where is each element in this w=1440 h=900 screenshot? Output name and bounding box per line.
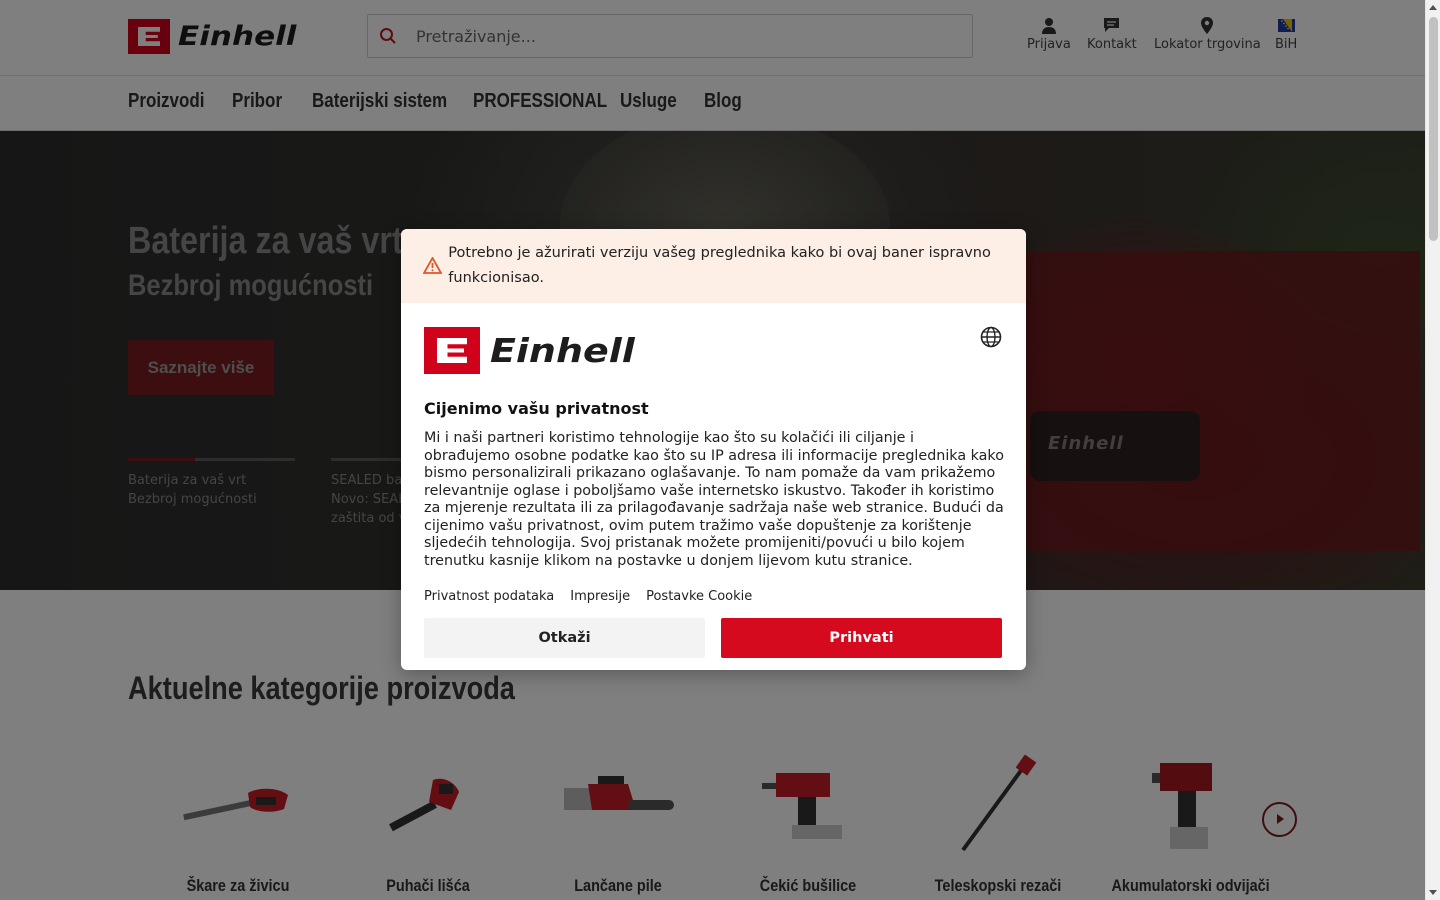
cookie-settings-link[interactable]: Postavke Cookie: [646, 589, 752, 604]
einhell-logo: Einhell: [424, 327, 635, 374]
einhell-logo-mark: [424, 327, 480, 374]
privacy-link[interactable]: Privatnost podataka: [424, 589, 554, 604]
page-scrollbar[interactable]: [1425, 0, 1440, 900]
einhell-logo-wordmark: Einhell: [490, 331, 635, 370]
accept-button[interactable]: Prihvati: [721, 618, 1002, 658]
scroll-down-arrow-icon[interactable]: [1429, 890, 1437, 895]
consent-links: Privatnost podataka Impresije Postavke C…: [424, 589, 752, 604]
consent-body-text: Mi i naši partneri koristimo tehnologije…: [424, 430, 1004, 569]
cancel-button[interactable]: Otkaži: [424, 618, 705, 658]
imprint-link[interactable]: Impresije: [570, 589, 630, 604]
language-globe-icon[interactable]: [980, 326, 1002, 348]
scroll-up-arrow-icon[interactable]: [1429, 5, 1437, 10]
browser-warning-text: Potrebno je ažurirati verziju vašeg preg…: [448, 245, 991, 286]
cookie-consent-dialog: Potrebno je ažurirati verziju vašeg preg…: [401, 229, 1026, 670]
scrollbar-thumb[interactable]: [1429, 17, 1438, 241]
browser-warning-banner: Potrebno je ažurirati verziju vašeg preg…: [401, 229, 1026, 303]
warning-icon: [422, 241, 447, 303]
consent-title: Cijenimo vašu privatnost: [424, 399, 649, 418]
